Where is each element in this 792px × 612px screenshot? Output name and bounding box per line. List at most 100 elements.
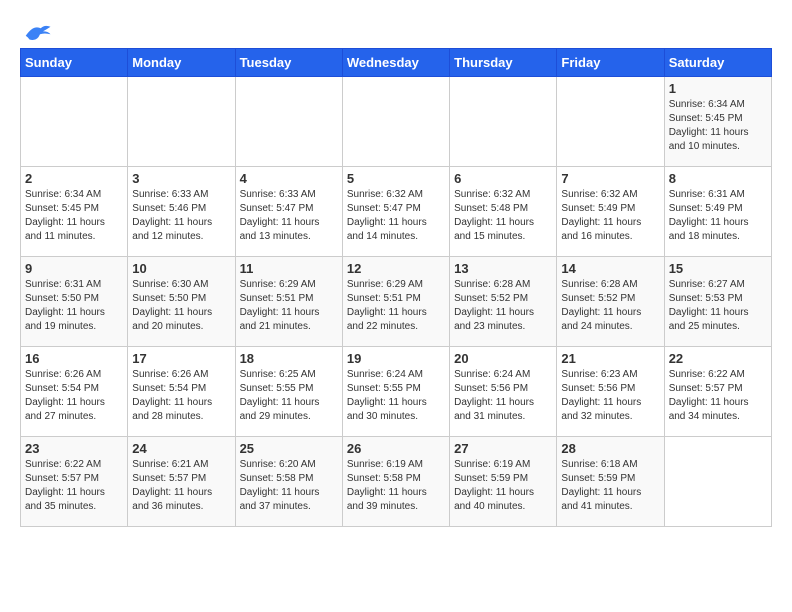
day-number: 25 xyxy=(240,441,338,456)
day-info: Sunrise: 6:34 AM Sunset: 5:45 PM Dayligh… xyxy=(25,188,123,244)
day-number: 7 xyxy=(561,171,659,186)
day-cell: 14 Sunrise: 6:28 AM Sunset: 5:52 PM Dayli… xyxy=(557,257,664,347)
day-cell: 21 Sunrise: 6:23 AM Sunset: 5:56 PM Dayli… xyxy=(557,347,664,437)
day-cell: 28Sunrise: 6:18 AM Sunset: 5:59 PM Dayli… xyxy=(557,437,664,527)
header-cell-thursday: Thursday xyxy=(450,49,557,77)
day-number: 19 xyxy=(347,351,445,366)
day-info: Sunrise: 6:30 AM Sunset: 5:50 PM Dayligh… xyxy=(132,278,230,334)
calendar-table: SundayMondayTuesdayWednesdayThursdayFrid… xyxy=(20,48,772,527)
day-number: 22 xyxy=(669,351,767,366)
day-cell: 8Sunrise: 6:31 AM Sunset: 5:49 PM Daylig… xyxy=(664,167,771,257)
day-number: 11 xyxy=(240,261,338,276)
day-info: Sunrise: 6:18 AM Sunset: 5:59 PM Dayligh… xyxy=(561,458,659,514)
day-info: Sunrise: 6:26 AM Sunset: 5:54 PM Dayligh… xyxy=(132,368,230,424)
week-row-3: 16Sunrise: 6:26 AM Sunset: 5:54 PM Dayli… xyxy=(21,347,772,437)
header-cell-sunday: Sunday xyxy=(21,49,128,77)
day-info: Sunrise: 6:29 AM Sunset: 5:51 PM Dayligh… xyxy=(347,278,445,334)
day-number: 12 xyxy=(347,261,445,276)
day-number: 23 xyxy=(25,441,123,456)
day-cell: 4 Sunrise: 6:33 AM Sunset: 5:47 PM Daylig… xyxy=(235,167,342,257)
day-cell: 24 Sunrise: 6:21 AM Sunset: 5:57 PM Dayli… xyxy=(128,437,235,527)
day-cell: 26 Sunrise: 6:19 AM Sunset: 5:58 PM Dayli… xyxy=(342,437,449,527)
day-cell xyxy=(450,77,557,167)
day-info: Sunrise: 6:29 AM Sunset: 5:51 PM Dayligh… xyxy=(240,278,338,334)
day-cell: 11 Sunrise: 6:29 AM Sunset: 5:51 PM Dayli… xyxy=(235,257,342,347)
day-number: 17 xyxy=(132,351,230,366)
day-number: 2 xyxy=(25,171,123,186)
day-info: Sunrise: 6:28 AM Sunset: 5:52 PM Dayligh… xyxy=(454,278,552,334)
header-cell-friday: Friday xyxy=(557,49,664,77)
header-cell-tuesday: Tuesday xyxy=(235,49,342,77)
day-number: 14 xyxy=(561,261,659,276)
day-number: 4 xyxy=(240,171,338,186)
day-info: Sunrise: 6:31 AM Sunset: 5:50 PM Dayligh… xyxy=(25,278,123,334)
week-row-4: 23 Sunrise: 6:22 AM Sunset: 5:57 PM Dayli… xyxy=(21,437,772,527)
day-info: Sunrise: 6:34 AM Sunset: 5:45 PM Dayligh… xyxy=(669,98,767,154)
day-cell xyxy=(342,77,449,167)
day-cell: 6 Sunrise: 6:32 AM Sunset: 5:48 PM Daylig… xyxy=(450,167,557,257)
day-info: Sunrise: 6:28 AM Sunset: 5:52 PM Dayligh… xyxy=(561,278,659,334)
header-row: SundayMondayTuesdayWednesdayThursdayFrid… xyxy=(21,49,772,77)
day-info: Sunrise: 6:24 AM Sunset: 5:56 PM Dayligh… xyxy=(454,368,552,424)
header-cell-saturday: Saturday xyxy=(664,49,771,77)
day-cell: 25 Sunrise: 6:20 AM Sunset: 5:58 PM Dayli… xyxy=(235,437,342,527)
day-info: Sunrise: 6:22 AM Sunset: 5:57 PM Dayligh… xyxy=(25,458,123,514)
day-cell: 15Sunrise: 6:27 AM Sunset: 5:53 PM Dayli… xyxy=(664,257,771,347)
day-cell: 3 Sunrise: 6:33 AM Sunset: 5:46 PM Daylig… xyxy=(128,167,235,257)
day-cell: 5Sunrise: 6:32 AM Sunset: 5:47 PM Daylig… xyxy=(342,167,449,257)
week-row-1: 2 Sunrise: 6:34 AM Sunset: 5:45 PM Daylig… xyxy=(21,167,772,257)
day-info: Sunrise: 6:27 AM Sunset: 5:53 PM Dayligh… xyxy=(669,278,767,334)
day-number: 3 xyxy=(132,171,230,186)
day-cell xyxy=(21,77,128,167)
day-info: Sunrise: 6:22 AM Sunset: 5:57 PM Dayligh… xyxy=(669,368,767,424)
week-row-0: 1 Sunrise: 6:34 AM Sunset: 5:45 PM Daylig… xyxy=(21,77,772,167)
day-info: Sunrise: 6:19 AM Sunset: 5:59 PM Dayligh… xyxy=(454,458,552,514)
day-number: 6 xyxy=(454,171,552,186)
day-info: Sunrise: 6:26 AM Sunset: 5:54 PM Dayligh… xyxy=(25,368,123,424)
day-info: Sunrise: 6:20 AM Sunset: 5:58 PM Dayligh… xyxy=(240,458,338,514)
day-info: Sunrise: 6:23 AM Sunset: 5:56 PM Dayligh… xyxy=(561,368,659,424)
day-cell: 7 Sunrise: 6:32 AM Sunset: 5:49 PM Daylig… xyxy=(557,167,664,257)
day-cell: 12 Sunrise: 6:29 AM Sunset: 5:51 PM Dayli… xyxy=(342,257,449,347)
day-cell xyxy=(128,77,235,167)
calendar-body: 1 Sunrise: 6:34 AM Sunset: 5:45 PM Daylig… xyxy=(21,77,772,527)
day-number: 21 xyxy=(561,351,659,366)
day-cell xyxy=(557,77,664,167)
day-number: 8 xyxy=(669,171,767,186)
day-cell: 10 Sunrise: 6:30 AM Sunset: 5:50 PM Dayli… xyxy=(128,257,235,347)
day-info: Sunrise: 6:25 AM Sunset: 5:55 PM Dayligh… xyxy=(240,368,338,424)
header xyxy=(20,20,772,38)
day-info: Sunrise: 6:32 AM Sunset: 5:49 PM Dayligh… xyxy=(561,188,659,244)
day-number: 24 xyxy=(132,441,230,456)
day-info: Sunrise: 6:32 AM Sunset: 5:47 PM Dayligh… xyxy=(347,188,445,244)
day-number: 10 xyxy=(132,261,230,276)
day-cell xyxy=(664,437,771,527)
day-cell: 17 Sunrise: 6:26 AM Sunset: 5:54 PM Dayli… xyxy=(128,347,235,437)
logo-bird-icon xyxy=(22,20,52,44)
day-number: 18 xyxy=(240,351,338,366)
day-cell: 13 Sunrise: 6:28 AM Sunset: 5:52 PM Dayli… xyxy=(450,257,557,347)
header-cell-monday: Monday xyxy=(128,49,235,77)
header-cell-wednesday: Wednesday xyxy=(342,49,449,77)
day-number: 20 xyxy=(454,351,552,366)
day-number: 26 xyxy=(347,441,445,456)
day-cell: 1 Sunrise: 6:34 AM Sunset: 5:45 PM Daylig… xyxy=(664,77,771,167)
day-info: Sunrise: 6:32 AM Sunset: 5:48 PM Dayligh… xyxy=(454,188,552,244)
day-info: Sunrise: 6:21 AM Sunset: 5:57 PM Dayligh… xyxy=(132,458,230,514)
day-info: Sunrise: 6:33 AM Sunset: 5:47 PM Dayligh… xyxy=(240,188,338,244)
day-info: Sunrise: 6:19 AM Sunset: 5:58 PM Dayligh… xyxy=(347,458,445,514)
week-row-2: 9 Sunrise: 6:31 AM Sunset: 5:50 PM Daylig… xyxy=(21,257,772,347)
logo xyxy=(20,20,52,38)
day-cell: 27 Sunrise: 6:19 AM Sunset: 5:59 PM Dayli… xyxy=(450,437,557,527)
day-cell: 9 Sunrise: 6:31 AM Sunset: 5:50 PM Daylig… xyxy=(21,257,128,347)
day-cell: 16Sunrise: 6:26 AM Sunset: 5:54 PM Dayli… xyxy=(21,347,128,437)
day-number: 1 xyxy=(669,81,767,96)
calendar-header: SundayMondayTuesdayWednesdayThursdayFrid… xyxy=(21,49,772,77)
day-number: 27 xyxy=(454,441,552,456)
day-number: 9 xyxy=(25,261,123,276)
day-number: 13 xyxy=(454,261,552,276)
day-cell: 2 Sunrise: 6:34 AM Sunset: 5:45 PM Daylig… xyxy=(21,167,128,257)
day-info: Sunrise: 6:33 AM Sunset: 5:46 PM Dayligh… xyxy=(132,188,230,244)
day-cell: 18 Sunrise: 6:25 AM Sunset: 5:55 PM Dayli… xyxy=(235,347,342,437)
day-cell: 22 Sunrise: 6:22 AM Sunset: 5:57 PM Dayli… xyxy=(664,347,771,437)
